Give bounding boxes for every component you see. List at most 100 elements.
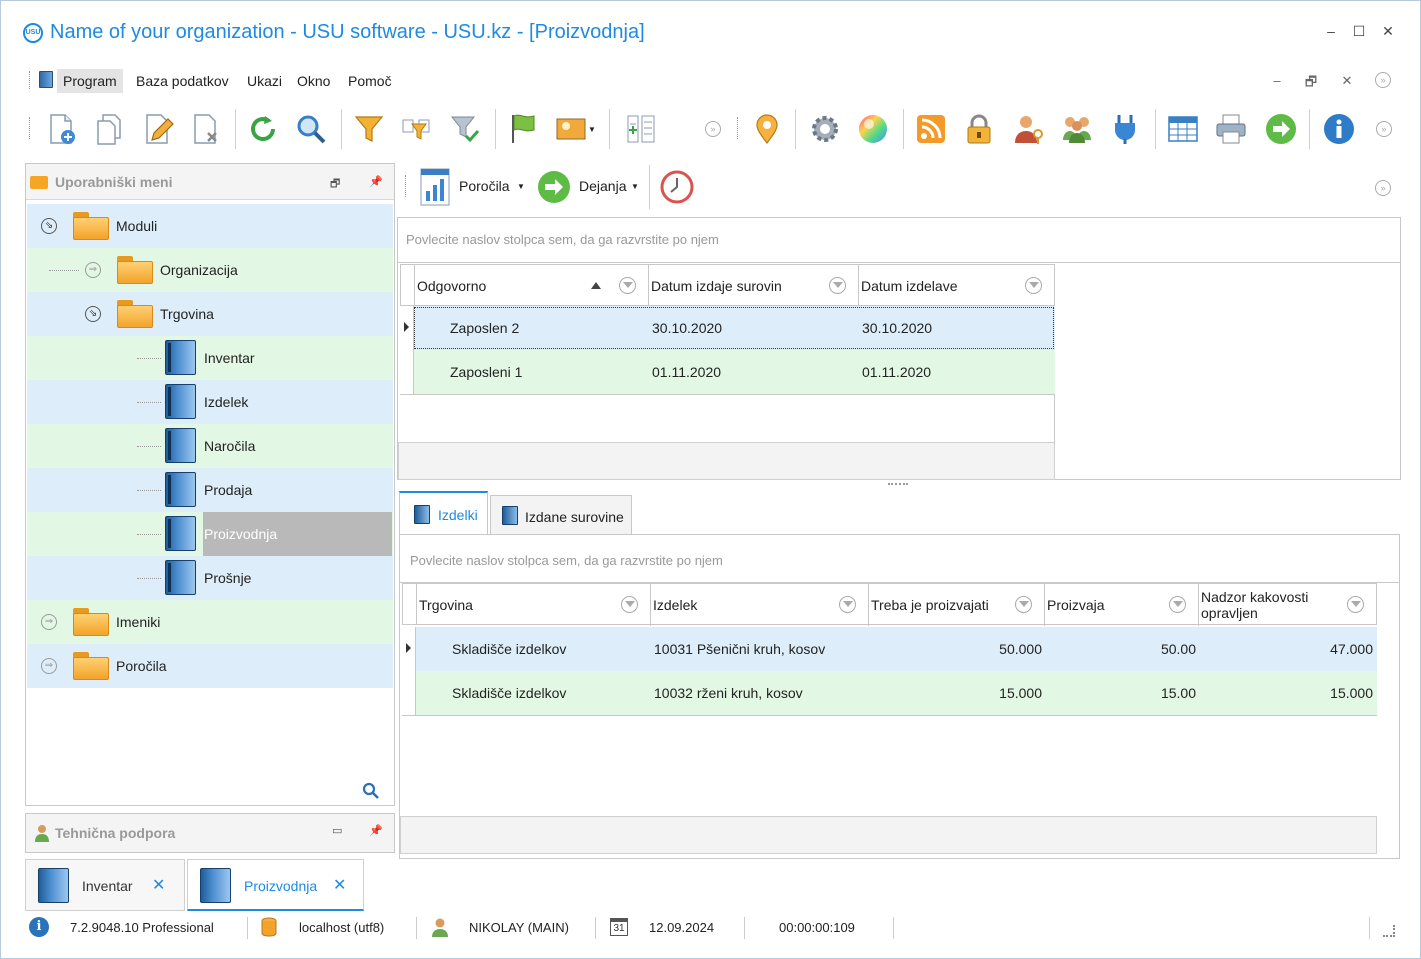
users-icon[interactable] [1057,109,1097,149]
column-header-izdelek[interactable]: Izdelek [651,584,869,626]
filter-apply-icon[interactable] [445,109,485,149]
resize-grip[interactable] [1383,925,1395,937]
maximize-panel-icon[interactable]: ▭ [332,824,342,837]
table-row[interactable]: Skladišče izdelkov 10031 Pšenični kruh, … [402,627,1377,671]
tree-item-proizvodnja[interactable]: Proizvodnja [27,512,393,556]
tree-item-narocila[interactable]: Naročila [27,424,393,468]
table-row[interactable]: Zaposlen 2 30.10.2020 30.10.2020 [400,306,1055,350]
table-icon[interactable] [1163,109,1203,149]
menu-database[interactable]: Baza podatkov [130,69,235,93]
tree-item-trgovina[interactable]: ⇘ Trgovina [27,292,393,336]
content-toolbar-overflow-icon[interactable]: » [1375,180,1391,196]
delete-document-icon[interactable] [185,109,225,149]
location-pin-icon[interactable] [747,109,787,149]
filter-icon[interactable] [619,277,636,294]
tree-item-organizacija[interactable]: ⇒ Organizacija [27,248,393,292]
menu-window[interactable]: Okno [291,69,336,93]
collapse-icon[interactable]: ⇘ [85,306,101,322]
toolbar-overflow-icon[interactable]: » [705,121,721,137]
filter-icon[interactable] [829,277,846,294]
menubar-overflow-icon[interactable]: » [1375,72,1391,88]
mdi-close-button[interactable]: ✕ [1337,73,1357,89]
rss-feed-icon[interactable] [911,109,951,149]
column-header-datum-izdelave[interactable]: Datum izdelave [859,265,1054,307]
tree-item-izdelek[interactable]: Izdelek [27,380,393,424]
filter-edit-icon[interactable] [397,109,437,149]
image-dropdown-arrow[interactable]: ▼ [585,109,599,149]
reports-menu-button[interactable]: Poročila [459,178,510,194]
search-icon[interactable] [362,782,380,800]
tree-item-prodaja[interactable]: Prodaja [27,468,393,512]
table-row[interactable]: Skladišče izdelkov 10032 rženi kruh, kos… [402,671,1377,715]
mdi-restore-button[interactable]: 🗗 [1301,73,1321,95]
expand-icon[interactable]: ⇒ [41,614,57,630]
tab-izdane-surovine[interactable]: Izdane surovine [490,495,632,535]
actions-menu-button[interactable]: Dejanja [579,178,626,194]
go-forward-icon[interactable] [1261,109,1301,149]
collapse-icon[interactable]: ⇘ [41,218,57,234]
plug-icon[interactable] [1105,109,1145,149]
expand-icon[interactable]: ⇒ [41,658,57,674]
menu-commands[interactable]: Ukazi [241,69,288,93]
close-tab-icon[interactable]: ✕ [333,875,346,895]
report-icon[interactable] [419,167,451,207]
minimize-button[interactable]: – [1321,23,1341,39]
filter-icon[interactable] [839,596,856,613]
color-wheel-icon[interactable] [853,109,893,149]
toolbar-grip[interactable] [737,117,740,139]
filter-icon[interactable] [1169,596,1186,613]
tree-item-prosnje[interactable]: Prošnje [27,556,393,600]
lock-icon[interactable] [959,109,999,149]
pin-icon[interactable]: 📌 [369,824,383,837]
filter-icon[interactable] [1015,596,1032,613]
maximize-button[interactable]: ☐ [1349,23,1369,40]
pin-icon[interactable]: 📌 [369,175,383,188]
toolbar-grip[interactable] [29,117,32,139]
filter-icon[interactable] [1347,596,1364,613]
printer-icon[interactable] [1211,109,1251,149]
user-key-icon[interactable] [1009,109,1049,149]
filter-icon[interactable] [349,109,389,149]
tree-item-imeniki[interactable]: ⇒ Imeniki [27,600,393,644]
add-document-icon[interactable] [41,109,81,149]
copy-document-icon[interactable] [89,109,129,149]
doc-tab-inventar[interactable]: Inventar ✕ [25,859,185,911]
edit-document-icon[interactable] [137,109,177,149]
column-header-treba[interactable]: Treba je proizvajati [869,584,1045,626]
toolbar-grip[interactable] [405,175,408,197]
refresh-icon[interactable] [243,109,283,149]
doc-tab-proizvodnja[interactable]: Proizvodnja ✕ [187,859,364,911]
tree-item-moduli[interactable]: ⇘ Moduli [27,204,393,248]
column-header-trgovina[interactable]: Trgovina [417,584,651,626]
settings-gear-icon[interactable] [805,109,845,149]
technical-support-panel[interactable]: Tehnična podpora ▭ 📌 [25,813,395,853]
sort-ascending-icon[interactable] [591,282,601,289]
float-panel-icon[interactable]: 🗗 [330,175,340,194]
column-header-proizvaja[interactable]: Proizvaja [1045,584,1199,626]
mdi-minimize-button[interactable]: – [1267,73,1287,88]
tab-izdelki[interactable]: Izdelki [399,491,488,535]
flag-icon[interactable] [503,109,543,149]
search-icon[interactable] [291,109,331,149]
column-header-odgovorno[interactable]: Odgovorno [415,265,649,307]
clock-icon[interactable] [659,169,695,205]
reports-dropdown-arrow[interactable]: ▼ [517,182,525,191]
info-icon[interactable] [1319,109,1359,149]
column-header-datum-izdaje[interactable]: Datum izdaje surovin [649,265,859,307]
expand-icon[interactable]: ⇒ [85,262,101,278]
menu-program[interactable]: Program [57,69,123,93]
filter-icon[interactable] [621,596,638,613]
columns-icon[interactable] [621,109,661,149]
menubar-grip[interactable] [29,71,32,89]
actions-dropdown-arrow[interactable]: ▼ [631,182,639,191]
actions-icon[interactable] [536,169,572,205]
filter-icon[interactable] [1025,277,1042,294]
close-tab-icon[interactable]: ✕ [152,875,165,895]
tree-item-porocila[interactable]: ⇒ Poročila [27,644,393,688]
table-row[interactable]: Zaposleni 1 01.11.2020 01.11.2020 [400,350,1055,394]
menu-help[interactable]: Pomoč [342,69,398,93]
toolbar-overflow-icon-2[interactable]: » [1376,121,1392,137]
column-header-nadzor[interactable]: Nadzor kakovosti opravljen [1199,584,1376,626]
splitter-handle[interactable] [888,483,908,485]
tree-item-inventar[interactable]: Inventar [27,336,393,380]
